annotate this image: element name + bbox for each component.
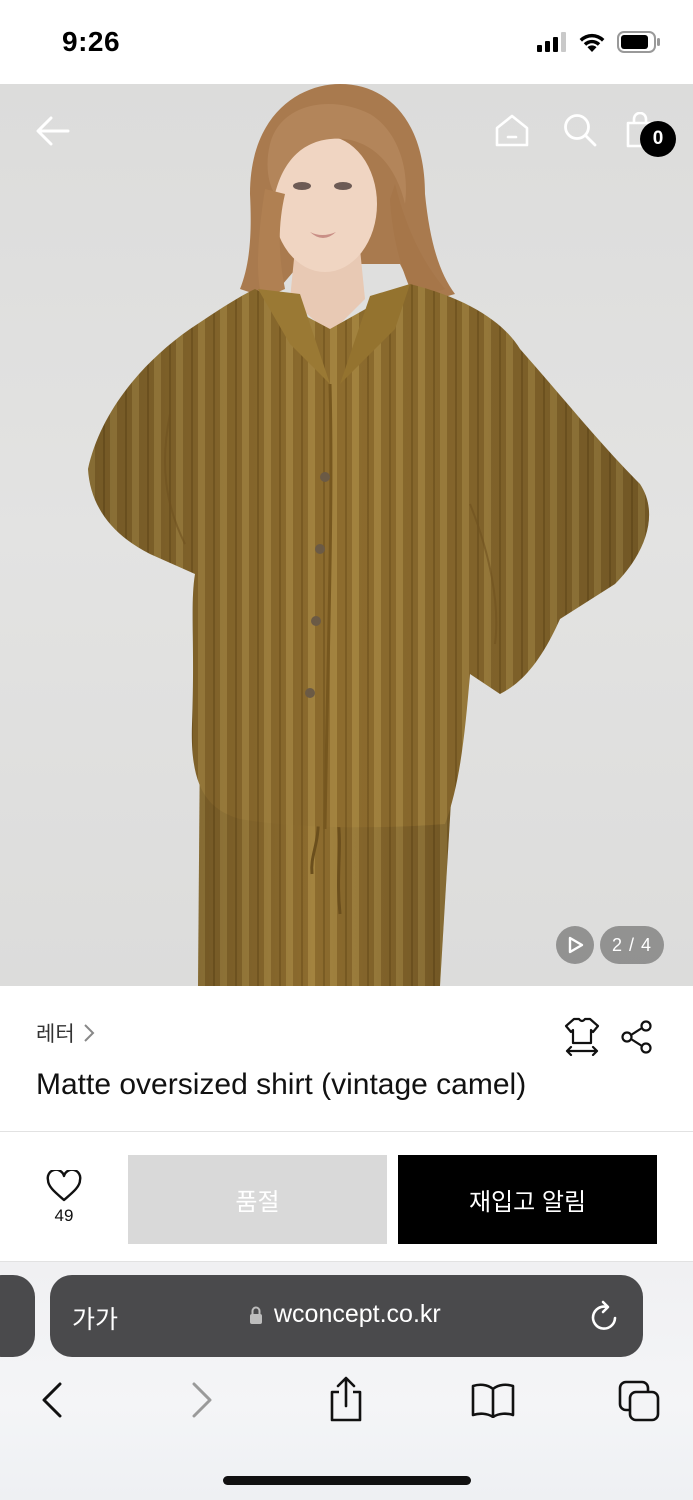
previous-tab-edge[interactable] [0, 1275, 35, 1357]
share-button[interactable] [620, 1020, 654, 1054]
reload-button[interactable] [588, 1299, 620, 1338]
divider [0, 1131, 693, 1132]
battery-icon [617, 31, 660, 53]
home-indicator [223, 1476, 471, 1485]
brand-link[interactable]: 레터 [36, 1018, 95, 1048]
share-sheet-icon [330, 1376, 362, 1422]
chevron-right-icon [192, 1382, 212, 1418]
size-guide-button[interactable] [563, 1016, 601, 1056]
brand-name: 레터 [36, 1023, 75, 1046]
home-button[interactable] [490, 108, 534, 152]
home-icon [495, 114, 529, 147]
lock-icon [250, 1306, 262, 1324]
like-count: 49 [54, 1206, 74, 1225]
share-icon [621, 1020, 652, 1054]
text-size-button[interactable]: 가가 [72, 1300, 118, 1336]
product-title: Matte oversized shirt (vintage camel) [36, 1068, 527, 1101]
chevron-right-icon [83, 1024, 95, 1042]
cart-count-badge: 0 [640, 121, 676, 157]
restock-alert-button[interactable]: 재입고 알림 [398, 1155, 657, 1244]
gallery-page-indicator: 2 / 4 [600, 926, 664, 964]
book-icon [471, 1383, 515, 1418]
size-guide-icon [564, 1017, 600, 1056]
tabs-button[interactable] [616, 1378, 662, 1424]
tabs-icon [618, 1380, 660, 1422]
url-display[interactable]: wconcept.co.kr [248, 1300, 441, 1329]
soldout-button[interactable]: 품절 [128, 1155, 387, 1244]
play-icon [568, 936, 584, 954]
bookmarks-button[interactable] [468, 1378, 518, 1422]
url-text: wconcept.co.kr [274, 1300, 441, 1328]
like-button[interactable]: 49 [38, 1170, 90, 1226]
search-icon [564, 114, 597, 147]
status-time: 9:26 [62, 26, 121, 57]
product-image-gallery[interactable] [0, 84, 693, 986]
browser-back-button[interactable] [30, 1378, 74, 1422]
play-video-button[interactable] [556, 926, 594, 964]
chevron-left-icon [42, 1382, 62, 1418]
reload-icon [591, 1300, 617, 1330]
product-photo [88, 84, 650, 986]
cellular-signal-icon [537, 32, 566, 52]
browser-forward-button[interactable] [180, 1378, 224, 1422]
browser-share-button[interactable] [324, 1374, 368, 1424]
status-bar: 9:26 [0, 0, 693, 84]
arrow-left-icon [36, 116, 70, 146]
status-icons [537, 31, 661, 53]
heart-icon [46, 1170, 82, 1202]
wifi-icon [579, 33, 605, 52]
back-button[interactable] [30, 108, 76, 154]
search-button[interactable] [558, 108, 602, 152]
